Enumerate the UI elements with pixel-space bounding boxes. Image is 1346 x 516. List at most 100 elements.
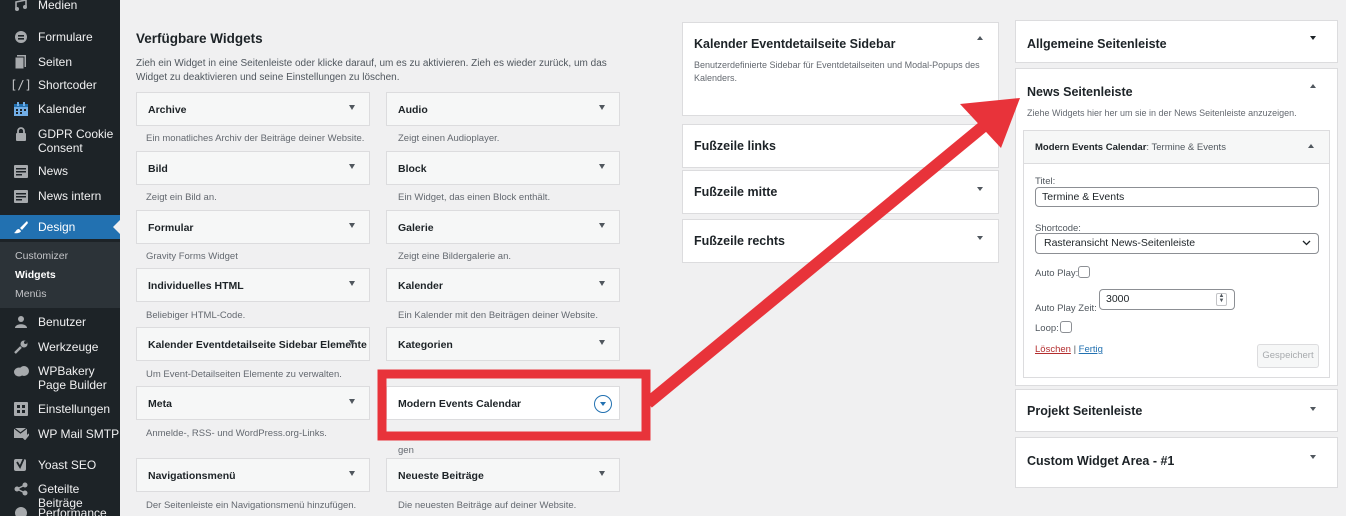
autoplay-checkbox[interactable] [1078, 266, 1090, 278]
menu-item-medien[interactable]: Medien [0, 0, 120, 13]
sidebar-kalender-eventdetailseite[interactable]: Kalender Eventdetailseite Sidebar Benutz… [682, 22, 999, 116]
submenu-customizer[interactable]: Customizer [15, 250, 68, 262]
autoplay-time-label: Auto Play Zeit: [1035, 303, 1097, 314]
chevron-down-icon[interactable] [599, 340, 605, 345]
sidebar-projekt[interactable]: Projekt Seitenleiste [1015, 389, 1338, 432]
loop-checkbox[interactable] [1060, 321, 1072, 333]
title-label: Titel: [1035, 176, 1056, 187]
pages-icon [10, 54, 32, 70]
chevron-up-icon[interactable] [1310, 84, 1316, 88]
sidebar-custom-widget-area[interactable]: Custom Widget Area - #1 [1015, 437, 1338, 488]
admin-sidebar: Medien Formulare Seiten [/] Shortcoder K… [0, 0, 120, 516]
chevron-down-icon[interactable] [349, 471, 355, 476]
widget-kalender[interactable]: Kalender [386, 268, 620, 302]
menu-item-werkzeuge[interactable]: Werkzeuge [0, 339, 120, 355]
menu-item-gdpr[interactable]: GDPR Cookie Consent [0, 126, 120, 155]
widget-header[interactable]: Modern Events Calendar: Termine & Events [1024, 131, 1329, 164]
widget-galerie[interactable]: Galerie [386, 210, 620, 244]
widget-description: Zeigt eine Bildergalerie an. [398, 251, 512, 262]
chevron-down-icon[interactable] [1310, 36, 1316, 40]
lock-icon [10, 126, 32, 142]
cloud-icon [10, 363, 32, 379]
menu-item-wpbakery[interactable]: WPBakery Page Builder [0, 363, 120, 392]
sidebar-fusszeile-links[interactable]: Fußzeile links [682, 124, 999, 168]
menu-item-shortcoder[interactable]: [/] Shortcoder [0, 77, 120, 93]
widget-formular[interactable]: Formular [136, 210, 370, 244]
done-link[interactable]: Fertig [1079, 344, 1103, 355]
chevron-down-icon[interactable] [977, 236, 983, 240]
widget-description: Die neuesten Beiträge auf deiner Website… [398, 500, 577, 511]
widget-audio[interactable]: Audio [386, 92, 620, 126]
menu-label: Einstellungen [38, 402, 111, 416]
widget-archive[interactable]: Archive [136, 92, 370, 126]
widget-kategorien[interactable]: Kategorien [386, 327, 620, 361]
saved-button[interactable]: Gespeichert [1257, 344, 1319, 368]
yoast-icon [10, 457, 32, 473]
current-indicator [113, 220, 120, 234]
menu-item-seiten[interactable]: Seiten [0, 54, 120, 70]
chevron-down-icon[interactable] [349, 399, 355, 404]
menu-label: Performance2 [38, 506, 107, 516]
menu-item-kalender[interactable]: Kalender [0, 101, 120, 117]
menu-item-yoast[interactable]: Yoast SEO [0, 457, 120, 473]
sidebar-allgemeine[interactable]: Allgemeine Seitenleiste [1015, 20, 1338, 63]
chevron-down-icon[interactable] [349, 105, 355, 110]
chevron-down-icon[interactable] [349, 223, 355, 228]
widget-individuelles-html[interactable]: Individuelles HTML [136, 268, 370, 302]
chevron-down-icon[interactable] [599, 223, 605, 228]
chevron-down-icon[interactable] [349, 164, 355, 169]
chevron-up-icon[interactable] [1308, 144, 1314, 148]
performance-icon [10, 505, 32, 516]
chevron-down-icon[interactable] [599, 281, 605, 286]
chevron-down-icon[interactable] [977, 187, 983, 191]
widget-meta[interactable]: Meta [136, 386, 370, 420]
submenu-widgets[interactable]: Widgets [15, 269, 56, 281]
menu-item-design[interactable]: Design [0, 215, 120, 239]
chevron-down-icon[interactable] [349, 340, 355, 345]
chevron-up-icon[interactable] [977, 36, 983, 40]
chevron-down-icon[interactable] [599, 105, 605, 110]
widget-block[interactable]: Block [386, 151, 620, 185]
widget-modern-events-calendar[interactable]: Modern Events Calendar [386, 386, 620, 420]
widget-description: gen [398, 445, 414, 456]
menu-item-news-intern[interactable]: News intern [0, 188, 120, 204]
chevron-down-icon[interactable] [599, 164, 605, 169]
widget-bild[interactable]: Bild [136, 151, 370, 185]
chevron-down-icon[interactable] [1310, 455, 1316, 459]
widget-navigationsmenue[interactable]: Navigationsmenü [136, 458, 370, 492]
menu-item-benutzer[interactable]: Benutzer [0, 314, 120, 330]
shortcode-select[interactable]: Rasteransicht News-Seitenleiste [1035, 233, 1319, 254]
widget-description: Ein Kalender mit den Beiträgen deiner We… [398, 310, 598, 321]
submenu-menus[interactable]: Menüs [15, 288, 47, 300]
sidebar-fusszeile-rechts[interactable]: Fußzeile rechts [682, 219, 999, 263]
autoplay-time-input[interactable]: 3000 ▲ ▼ [1099, 289, 1235, 310]
menu-item-einstellungen[interactable]: Einstellungen [0, 401, 120, 417]
design-submenu: Customizer Widgets Menüs [0, 242, 120, 308]
menu-item-wp-mail-smtp[interactable]: WP Mail SMTP [0, 426, 120, 442]
widget-description: Zeigt ein Bild an. [146, 192, 217, 203]
widget-description: Ein monatliches Archiv der Beiträge dein… [146, 133, 365, 144]
menu-label: Benutzer [38, 315, 87, 329]
title-input[interactable]: Termine & Events [1035, 187, 1319, 207]
menu-item-news[interactable]: News [0, 163, 120, 179]
widget-description: Gravity Forms Widget [146, 251, 238, 262]
wrench-icon [10, 339, 32, 355]
loop-label: Loop: [1035, 323, 1059, 334]
delete-link[interactable]: Löschen [1035, 344, 1071, 355]
widget-description: Ein Widget, das einen Block enthält. [398, 192, 551, 203]
chevron-down-icon[interactable] [1310, 407, 1316, 411]
autoplay-label: Auto Play: [1035, 268, 1079, 279]
chevron-down-icon[interactable] [594, 395, 612, 413]
widget-kalender-eventdetailseite[interactable]: Kalender Eventdetailseite Sidebar Elemen… [136, 327, 370, 361]
users-icon [10, 314, 32, 330]
spinner-icon[interactable]: ▲ ▼ [1216, 293, 1227, 306]
chevron-down-icon[interactable] [599, 471, 605, 476]
available-widgets-title: Verfügbare Widgets [136, 31, 263, 46]
menu-label: Medien [38, 0, 78, 12]
menu-item-performance[interactable]: Performance2 [0, 505, 120, 516]
widget-neueste-beitraege[interactable]: Neueste Beiträge [386, 458, 620, 492]
sidebar-fusszeile-mitte[interactable]: Fußzeile mitte [682, 170, 999, 214]
chevron-down-icon[interactable] [349, 281, 355, 286]
menu-item-formulare[interactable]: Formulare [0, 29, 120, 45]
widget-description: Zeigt einen Audioplayer. [398, 133, 500, 144]
